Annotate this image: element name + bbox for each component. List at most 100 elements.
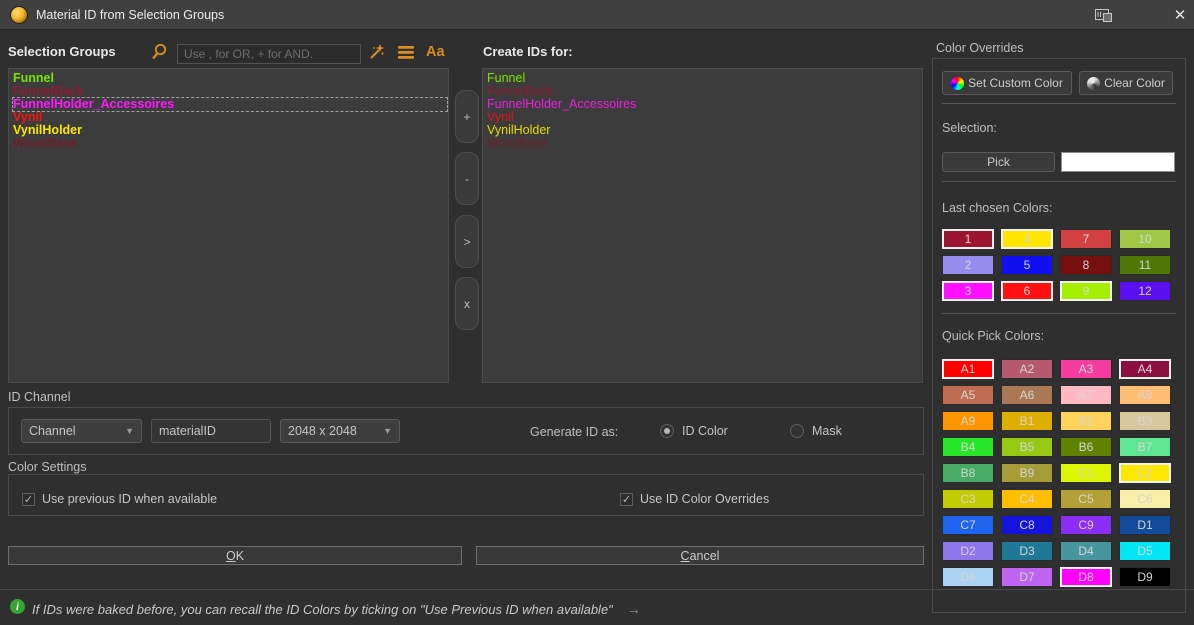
quick-pick-swatch-B8[interactable]: B8: [942, 463, 994, 483]
last-chosen-grid: 147 10 258 11 369 12: [942, 229, 1171, 301]
quick-pick-swatch-A3[interactable]: A3: [1060, 359, 1112, 379]
clear-color-button[interactable]: Clear Color: [1079, 71, 1173, 95]
list-item-FunnelHolder_Accessoires[interactable]: FunnelHolder_Accessoires: [487, 98, 921, 111]
quick-pick-swatch-A5[interactable]: A5: [942, 385, 994, 405]
pick-label: Pick: [987, 155, 1010, 169]
quick-pick-swatch-C5[interactable]: C5: [1060, 489, 1112, 509]
generate-id-as-label: Generate ID as:: [530, 425, 618, 439]
last-chosen-swatch-12[interactable]: 12: [1119, 281, 1171, 301]
divider: [942, 103, 1176, 104]
transfer-+-button[interactable]: +: [455, 90, 479, 143]
list-item-WoodBase[interactable]: WoodBase: [13, 137, 447, 150]
selection-groups-header: Selection Groups: [8, 44, 116, 59]
quick-pick-swatch-B5[interactable]: B5: [1001, 437, 1053, 457]
quick-pick-swatch-D1[interactable]: D1: [1119, 515, 1171, 535]
gray-wheel-icon: [1087, 77, 1100, 90]
list-item-WoodBase[interactable]: WoodBase: [487, 137, 921, 150]
chevron-down-icon: ▼: [125, 426, 134, 436]
quick-pick-swatch-D8[interactable]: D8: [1060, 567, 1112, 587]
checkbox-use-id-color-overrides[interactable]: ✓ Use ID Color Overrides: [620, 492, 769, 506]
quick-pick-swatch-B2[interactable]: B2: [1060, 411, 1112, 431]
quick-pick-swatch-A9[interactable]: A9: [942, 411, 994, 431]
list-item-FunnelHolder_Accessoires[interactable]: FunnelHolder_Accessoires: [13, 98, 447, 111]
search-input[interactable]: [177, 44, 361, 64]
quick-pick-swatch-A7[interactable]: A7: [1060, 385, 1112, 405]
quick-pick-swatch-B7[interactable]: B7: [1119, 437, 1171, 457]
checkbox-icon: ✓: [22, 493, 35, 506]
last-chosen-swatch-9[interactable]: 9: [1060, 281, 1112, 301]
last-chosen-swatch-1[interactable]: 1: [942, 229, 994, 249]
last-chosen-swatch-4[interactable]: 4: [1001, 229, 1053, 249]
last-chosen-swatch-3[interactable]: 3: [942, 281, 994, 301]
quick-pick-swatch-B6[interactable]: B6: [1060, 437, 1112, 457]
quick-pick-swatch-A6[interactable]: A6: [1001, 385, 1053, 405]
create-ids-header: Create IDs for:: [483, 44, 573, 59]
resolution-dropdown-value: 2048 x 2048: [288, 424, 357, 438]
color-settings-header: Color Settings: [8, 460, 87, 474]
dock-toolbar-icon[interactable]: [1095, 9, 1112, 28]
checkbox-use-previous-id[interactable]: ✓ Use previous ID when available: [22, 492, 217, 506]
quick-pick-swatch-C2[interactable]: C2: [1119, 463, 1171, 483]
quick-pick-swatch-D4[interactable]: D4: [1060, 541, 1112, 561]
menu-icon[interactable]: [398, 46, 414, 64]
cancel-button[interactable]: Cancel: [476, 546, 924, 565]
close-icon[interactable]: ✕: [1168, 4, 1192, 26]
list-item-VynilHolder[interactable]: VynilHolder: [13, 124, 447, 137]
selection-color-swatch[interactable]: [1061, 152, 1175, 172]
quick-pick-swatch-C1[interactable]: C1: [1060, 463, 1112, 483]
quick-pick-swatch-C6[interactable]: C6: [1119, 489, 1171, 509]
quick-pick-swatch-D9[interactable]: D9: [1119, 567, 1171, 587]
quick-pick-swatch-D2[interactable]: D2: [942, 541, 994, 561]
quick-pick-swatch-D6[interactable]: D6: [942, 567, 994, 587]
last-chosen-swatch-5[interactable]: 5: [1001, 255, 1053, 275]
radio-icon: [660, 424, 674, 438]
transfer->-button[interactable]: >: [455, 215, 479, 268]
material-id-input[interactable]: [151, 419, 271, 443]
info-icon: i: [10, 599, 25, 614]
quick-pick-swatch-C8[interactable]: C8: [1001, 515, 1053, 535]
radio-mask[interactable]: Mask: [790, 424, 842, 438]
divider: [942, 313, 1176, 314]
quick-pick-swatch-B3[interactable]: B3: [1119, 411, 1171, 431]
last-chosen-swatch-2[interactable]: 2: [942, 255, 994, 275]
ok-button[interactable]: OK: [8, 546, 462, 565]
title-bar: Material ID from Selection Groups ✕: [0, 0, 1194, 30]
quick-pick-swatch-A4[interactable]: A4: [1119, 359, 1171, 379]
radio-id-color[interactable]: ID Color: [660, 424, 728, 438]
last-chosen-swatch-11[interactable]: 11: [1119, 255, 1171, 275]
resolution-dropdown[interactable]: 2048 x 2048 ▼: [280, 419, 400, 443]
last-chosen-swatch-10[interactable]: 10: [1119, 229, 1171, 249]
last-chosen-swatch-6[interactable]: 6: [1001, 281, 1053, 301]
transfer---button[interactable]: -: [455, 152, 479, 205]
wand-icon[interactable]: [368, 44, 385, 66]
last-chosen-swatch-7[interactable]: 7: [1060, 229, 1112, 249]
quick-pick-swatch-B1[interactable]: B1: [1001, 411, 1053, 431]
quick-pick-swatch-D3[interactable]: D3: [1001, 541, 1053, 561]
quick-pick-swatch-C4[interactable]: C4: [1001, 489, 1053, 509]
quick-pick-swatch-B4[interactable]: B4: [942, 437, 994, 457]
channel-dropdown[interactable]: Channel ▼: [21, 419, 142, 443]
selection-groups-list[interactable]: FunnelFunnelBackFunnelHolder_Accessoires…: [8, 68, 449, 383]
list-item-VynilHolder[interactable]: VynilHolder: [487, 124, 921, 137]
quick-pick-swatch-B9[interactable]: B9: [1001, 463, 1053, 483]
list-item-Vynil[interactable]: Vynil: [487, 111, 921, 124]
quick-pick-swatch-A1[interactable]: A1: [942, 359, 994, 379]
selection-label: Selection:: [942, 121, 997, 135]
quick-pick-swatch-C9[interactable]: C9: [1060, 515, 1112, 535]
case-sensitive-icon[interactable]: Aa: [426, 44, 445, 60]
create-ids-list[interactable]: FunnelFunnelBackFunnelHolder_Accessoires…: [482, 68, 923, 383]
chevron-down-icon: ▼: [383, 426, 392, 436]
quick-pick-swatch-A8[interactable]: A8: [1119, 385, 1171, 405]
pick-button[interactable]: Pick: [942, 152, 1055, 172]
app-icon: [10, 6, 28, 24]
set-custom-color-button[interactable]: Set Custom Color: [942, 71, 1072, 95]
radio-mask-label: Mask: [812, 424, 842, 438]
quick-pick-swatch-C3[interactable]: C3: [942, 489, 994, 509]
quick-pick-swatch-A2[interactable]: A2: [1001, 359, 1053, 379]
quick-pick-swatch-D7[interactable]: D7: [1001, 567, 1053, 587]
color-wheel-icon: [951, 77, 964, 90]
transfer-x-button[interactable]: x: [455, 277, 479, 330]
last-chosen-swatch-8[interactable]: 8: [1060, 255, 1112, 275]
quick-pick-swatch-C7[interactable]: C7: [942, 515, 994, 535]
quick-pick-swatch-D5[interactable]: D5: [1119, 541, 1171, 561]
